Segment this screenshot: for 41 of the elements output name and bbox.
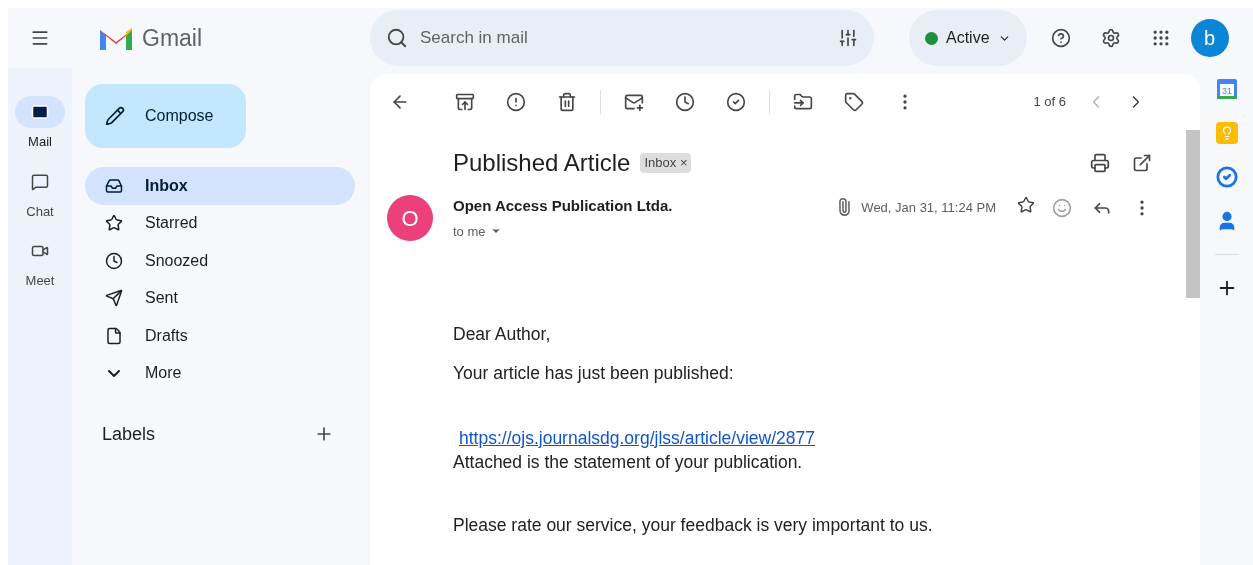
- status-button[interactable]: Active: [909, 10, 1027, 66]
- body-text: Your article has just been published:: [453, 362, 735, 385]
- label-chip: Inbox ×: [640, 153, 692, 173]
- mail-icon: [31, 103, 49, 121]
- pencil-icon: [105, 106, 125, 126]
- folder-item[interactable]: Inbox: [85, 167, 355, 205]
- folder-item[interactable]: Starred: [85, 204, 355, 242]
- message-date: Wed, Jan 31, 11:24 PM: [861, 199, 996, 217]
- pager-text: 1 of 6: [1033, 93, 1066, 112]
- rail-item[interactable]: Meet: [15, 235, 65, 291]
- folder-item[interactable]: Snoozed: [85, 242, 355, 280]
- product-name: Gmail: [142, 23, 203, 53]
- folder-item[interactable]: More: [85, 354, 355, 392]
- rail-item[interactable]: Chat: [15, 165, 65, 221]
- inbox-icon: [105, 176, 123, 195]
- star-icon: [105, 214, 123, 233]
- chat-icon: [31, 172, 49, 191]
- search-input[interactable]: Search in mail: [420, 25, 826, 51]
- search-field[interactable]: Search in mail: [370, 10, 874, 66]
- body-text: Dear Author,: [453, 323, 552, 346]
- sender-avatar: O: [387, 195, 433, 241]
- folder-item[interactable]: Sent: [85, 279, 355, 317]
- body-text: Please rate our service, your feedback is very important to us.: [453, 514, 934, 538]
- clock-icon: [105, 251, 123, 270]
- avatar[interactable]: b: [1190, 19, 1229, 57]
- filter-icon: [838, 28, 858, 48]
- sender-name: Open Access Publication Ltda.: [453, 196, 673, 216]
- calendar-icon[interactable]: 31: [1215, 78, 1238, 100]
- chevron-down-icon: [107, 368, 121, 378]
- tasks-icon: [1215, 166, 1238, 188]
- recipient-dropdown[interactable]: to me: [453, 221, 673, 241]
- article-link[interactable]: https://ojs.journalsdg.org/jlss/article/view/2877: [459, 428, 815, 448]
- send-icon: [105, 289, 123, 308]
- compose-button[interactable]: Compose: [85, 84, 246, 148]
- scrollbar-thumb[interactable]: [1186, 130, 1200, 298]
- body-text: Attached is the statement of your publication.: [453, 451, 804, 475]
- subject: Published Article: [453, 148, 631, 178]
- folder-item[interactable]: Drafts: [85, 317, 355, 355]
- search-icon: [386, 27, 408, 49]
- labels-heading: Labels: [102, 422, 156, 446]
- file-icon: [105, 326, 123, 345]
